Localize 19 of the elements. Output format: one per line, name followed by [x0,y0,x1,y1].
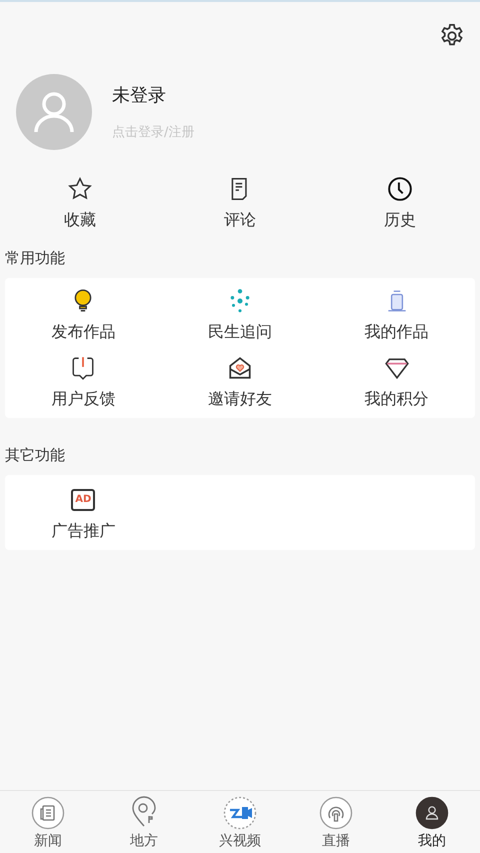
function-label[interactable]: 邀请好友 [208,389,272,410]
nav-label[interactable]: 兴视频 [219,832,261,850]
ad-icon[interactable]: AD [71,489,96,511]
nav-label[interactable]: 新闻 [34,832,62,850]
nav-label[interactable]: 我的 [418,832,446,850]
nav-label[interactable]: 地方 [130,832,158,850]
quick-action-label[interactable]: 收藏 [64,210,96,231]
section-title: 常用功能 [4,248,66,269]
section-title: 其它功能 [4,445,66,466]
function-label[interactable]: 我的积分 [364,389,429,410]
function-label[interactable]: 用户反馈 [51,389,116,410]
nav-label[interactable]: 直播 [322,832,350,850]
function-label[interactable]: 民生追问 [208,322,272,343]
quick-action-label[interactable]: 评论 [224,210,256,231]
function-label[interactable]: 发布作品 [51,322,116,343]
function-label[interactable]: 我的作品 [364,322,429,343]
user-name: 未登录 [112,84,167,107]
quick-action-label[interactable]: 历史 [384,210,416,231]
function-label[interactable]: 广告推广 [51,521,116,542]
